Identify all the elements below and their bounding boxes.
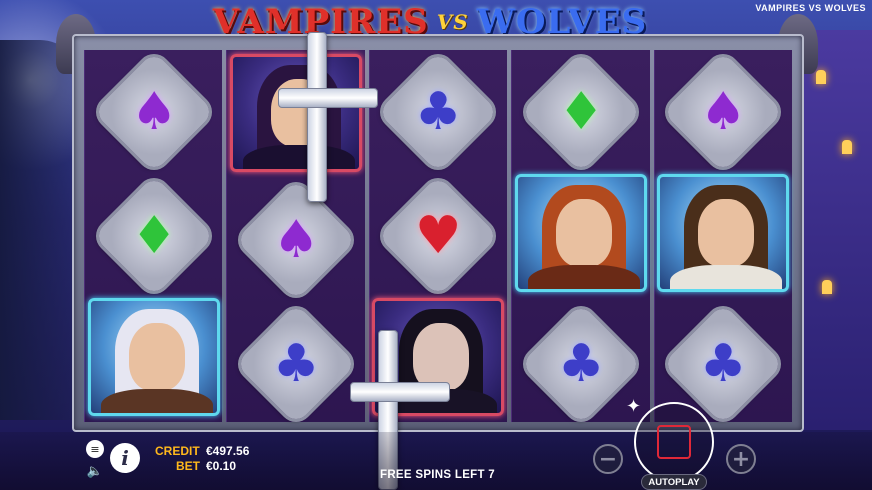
free-spins-counter: FREE SPINS LEFT 7 [380, 469, 496, 481]
castle-window [842, 140, 852, 154]
club-gem-icon: ♣ [699, 334, 747, 394]
credit-label: CREDIT [155, 444, 200, 458]
heart-gem-icon: ♥ [415, 206, 462, 266]
sound-icon[interactable]: 🔈 [86, 462, 104, 480]
club-gem-icon: ♣ [557, 334, 605, 394]
diamond-gem-icon: ♦ [130, 206, 177, 266]
symbol-club: ♣ [662, 303, 785, 425]
club-gem-icon: ♣ [415, 82, 462, 142]
reel-grid: ♠ ♦ ♠ ♣ ♣ ♥ ♦ ♣ ♠ ♣ [84, 50, 792, 425]
dead-tree-left [0, 40, 80, 420]
increase-bet-button[interactable]: + [726, 444, 756, 474]
symbol-diamond: ♦ [520, 51, 642, 173]
symbol-spade: ♠ [662, 51, 785, 173]
symbol-spade: ♠ [92, 51, 215, 173]
spin-stop-button[interactable] [634, 402, 714, 482]
spade-gem-icon: ♠ [130, 82, 177, 142]
bet-value: €0.10 [206, 459, 237, 473]
symbol-club: ♣ [235, 303, 357, 425]
symbol-spade: ♠ [235, 179, 357, 301]
spade-gem-icon: ♠ [699, 82, 747, 142]
game-name-label: VAMPIRES VS WOLVES [755, 3, 866, 13]
reel-4: ♦ ♣ [511, 50, 650, 425]
club-gem-icon: ♣ [272, 334, 320, 394]
bet-label: BET [176, 459, 200, 473]
sparkle-icon: ✦ [626, 396, 642, 417]
symbol-club: ♣ [377, 51, 500, 173]
symbol-club: ♣ [520, 303, 642, 425]
autoplay-button[interactable]: AUTOPLAY [641, 474, 707, 490]
castle-window [822, 280, 832, 294]
info-icon[interactable]: i [110, 443, 140, 473]
character-red-haired-woman [514, 174, 647, 292]
menu-icon[interactable]: ≡ [86, 440, 104, 458]
reel-1: ♠ ♦ [84, 50, 223, 422]
decrease-bet-button[interactable]: − [593, 444, 623, 474]
symbol-heart: ♥ [377, 175, 500, 297]
reel-5: ♠ ♣ [653, 50, 792, 425]
diamond-gem-icon: ♦ [557, 82, 605, 142]
character-brown-haired-wolf [657, 174, 790, 292]
credit-value: €497.56 [206, 444, 250, 458]
castle-window [816, 70, 826, 84]
castle-right [802, 30, 872, 430]
stop-icon [657, 425, 691, 459]
spade-gem-icon: ♠ [272, 210, 320, 270]
character-vampire-dark-hair [230, 54, 363, 172]
symbol-diamond: ♦ [92, 175, 215, 297]
logo-vs: VS [436, 10, 469, 34]
character-white-haired-wolf [87, 298, 220, 416]
